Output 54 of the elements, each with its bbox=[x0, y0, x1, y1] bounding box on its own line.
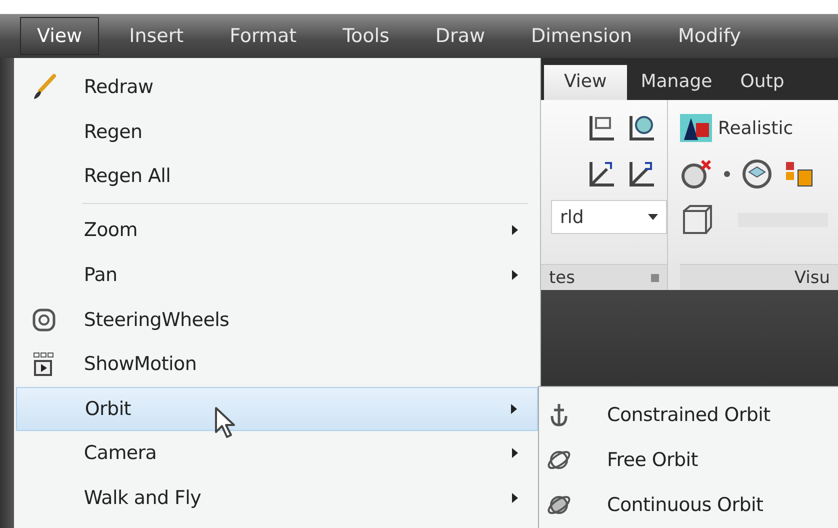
dropdown-field[interactable]: rld bbox=[551, 200, 667, 234]
submenu-item-label: Free Orbit bbox=[607, 448, 698, 470]
ribbon-tab[interactable]: Outp bbox=[726, 65, 798, 100]
menu-bar-item[interactable]: Insert bbox=[113, 18, 200, 54]
menu-bar-item[interactable]: Modify bbox=[662, 18, 757, 54]
menu-item[interactable]: Orbit bbox=[16, 386, 538, 432]
menu-item[interactable]: Camera bbox=[16, 431, 538, 476]
menu-item-label: Redraw bbox=[84, 76, 154, 98]
menu-item[interactable]: ShowMotion bbox=[16, 342, 538, 387]
sphere-delete-icon[interactable] bbox=[680, 158, 714, 190]
ribbon-tab[interactable]: Manage bbox=[626, 65, 726, 100]
menu-bar-item[interactable]: Draw bbox=[419, 18, 501, 54]
menu-bar-item[interactable]: Format bbox=[214, 18, 313, 54]
menu-item[interactable]: Regen All bbox=[16, 154, 538, 199]
ucs-axis-icon[interactable] bbox=[587, 159, 617, 189]
steering-wheel-icon bbox=[30, 306, 57, 333]
submenu-arrow-icon bbox=[512, 493, 518, 504]
menu-item[interactable]: Redraw bbox=[16, 65, 538, 110]
cube-icon[interactable] bbox=[680, 203, 714, 237]
menu-item-label: Regen bbox=[84, 120, 142, 143]
ucs-axis-icon[interactable] bbox=[627, 159, 657, 189]
submenu-arrow-icon bbox=[512, 270, 518, 280]
ucs-icon[interactable] bbox=[587, 113, 617, 143]
submenu-item-label: Constrained Orbit bbox=[607, 404, 770, 426]
menu-bar-item[interactable]: Dimension bbox=[515, 18, 648, 54]
submenu-item[interactable]: Continuous Orbit bbox=[539, 482, 838, 527]
ribbon-tab[interactable]: View bbox=[544, 65, 627, 100]
menu-bar-item[interactable]: View bbox=[20, 17, 100, 55]
submenu-arrow-icon bbox=[512, 448, 518, 458]
film-icon bbox=[32, 351, 56, 378]
menu-item[interactable]: SteeringWheels bbox=[16, 297, 538, 342]
menu-item-label: Regen All bbox=[84, 165, 171, 188]
shapes-icon bbox=[680, 114, 712, 142]
submenu-item-label: Continuous Orbit bbox=[607, 494, 764, 516]
ucs-icon[interactable] bbox=[627, 113, 657, 143]
submenu-item[interactable]: Free Orbit bbox=[539, 437, 838, 482]
menu-item-label: Zoom bbox=[84, 219, 138, 242]
menu-item-label: Pan bbox=[84, 264, 118, 286]
menu-item[interactable]: Pan bbox=[16, 252, 538, 298]
submenu-item[interactable]: Constrained Orbit bbox=[539, 392, 838, 437]
menu-item-label: Camera bbox=[84, 442, 157, 464]
menu-item-label: Walk and Fly bbox=[84, 487, 202, 510]
launcher-icon[interactable] bbox=[651, 274, 659, 282]
menu-item-label: ShowMotion bbox=[84, 353, 197, 376]
menu-bar-item[interactable]: Tools bbox=[326, 18, 406, 54]
menu-item[interactable]: Walk and Fly bbox=[16, 476, 538, 520]
menu-item[interactable]: Regen bbox=[16, 110, 538, 154]
menu-item-label: SteeringWheels bbox=[84, 308, 230, 331]
submenu-arrow-icon bbox=[512, 225, 518, 236]
panel-label: tes bbox=[549, 268, 575, 288]
visual-style-button[interactable]: Realistic bbox=[680, 108, 838, 148]
panel-label: Visu bbox=[794, 268, 830, 288]
menu-item-label: Orbit bbox=[84, 398, 131, 420]
submenu-arrow-icon bbox=[511, 404, 517, 414]
